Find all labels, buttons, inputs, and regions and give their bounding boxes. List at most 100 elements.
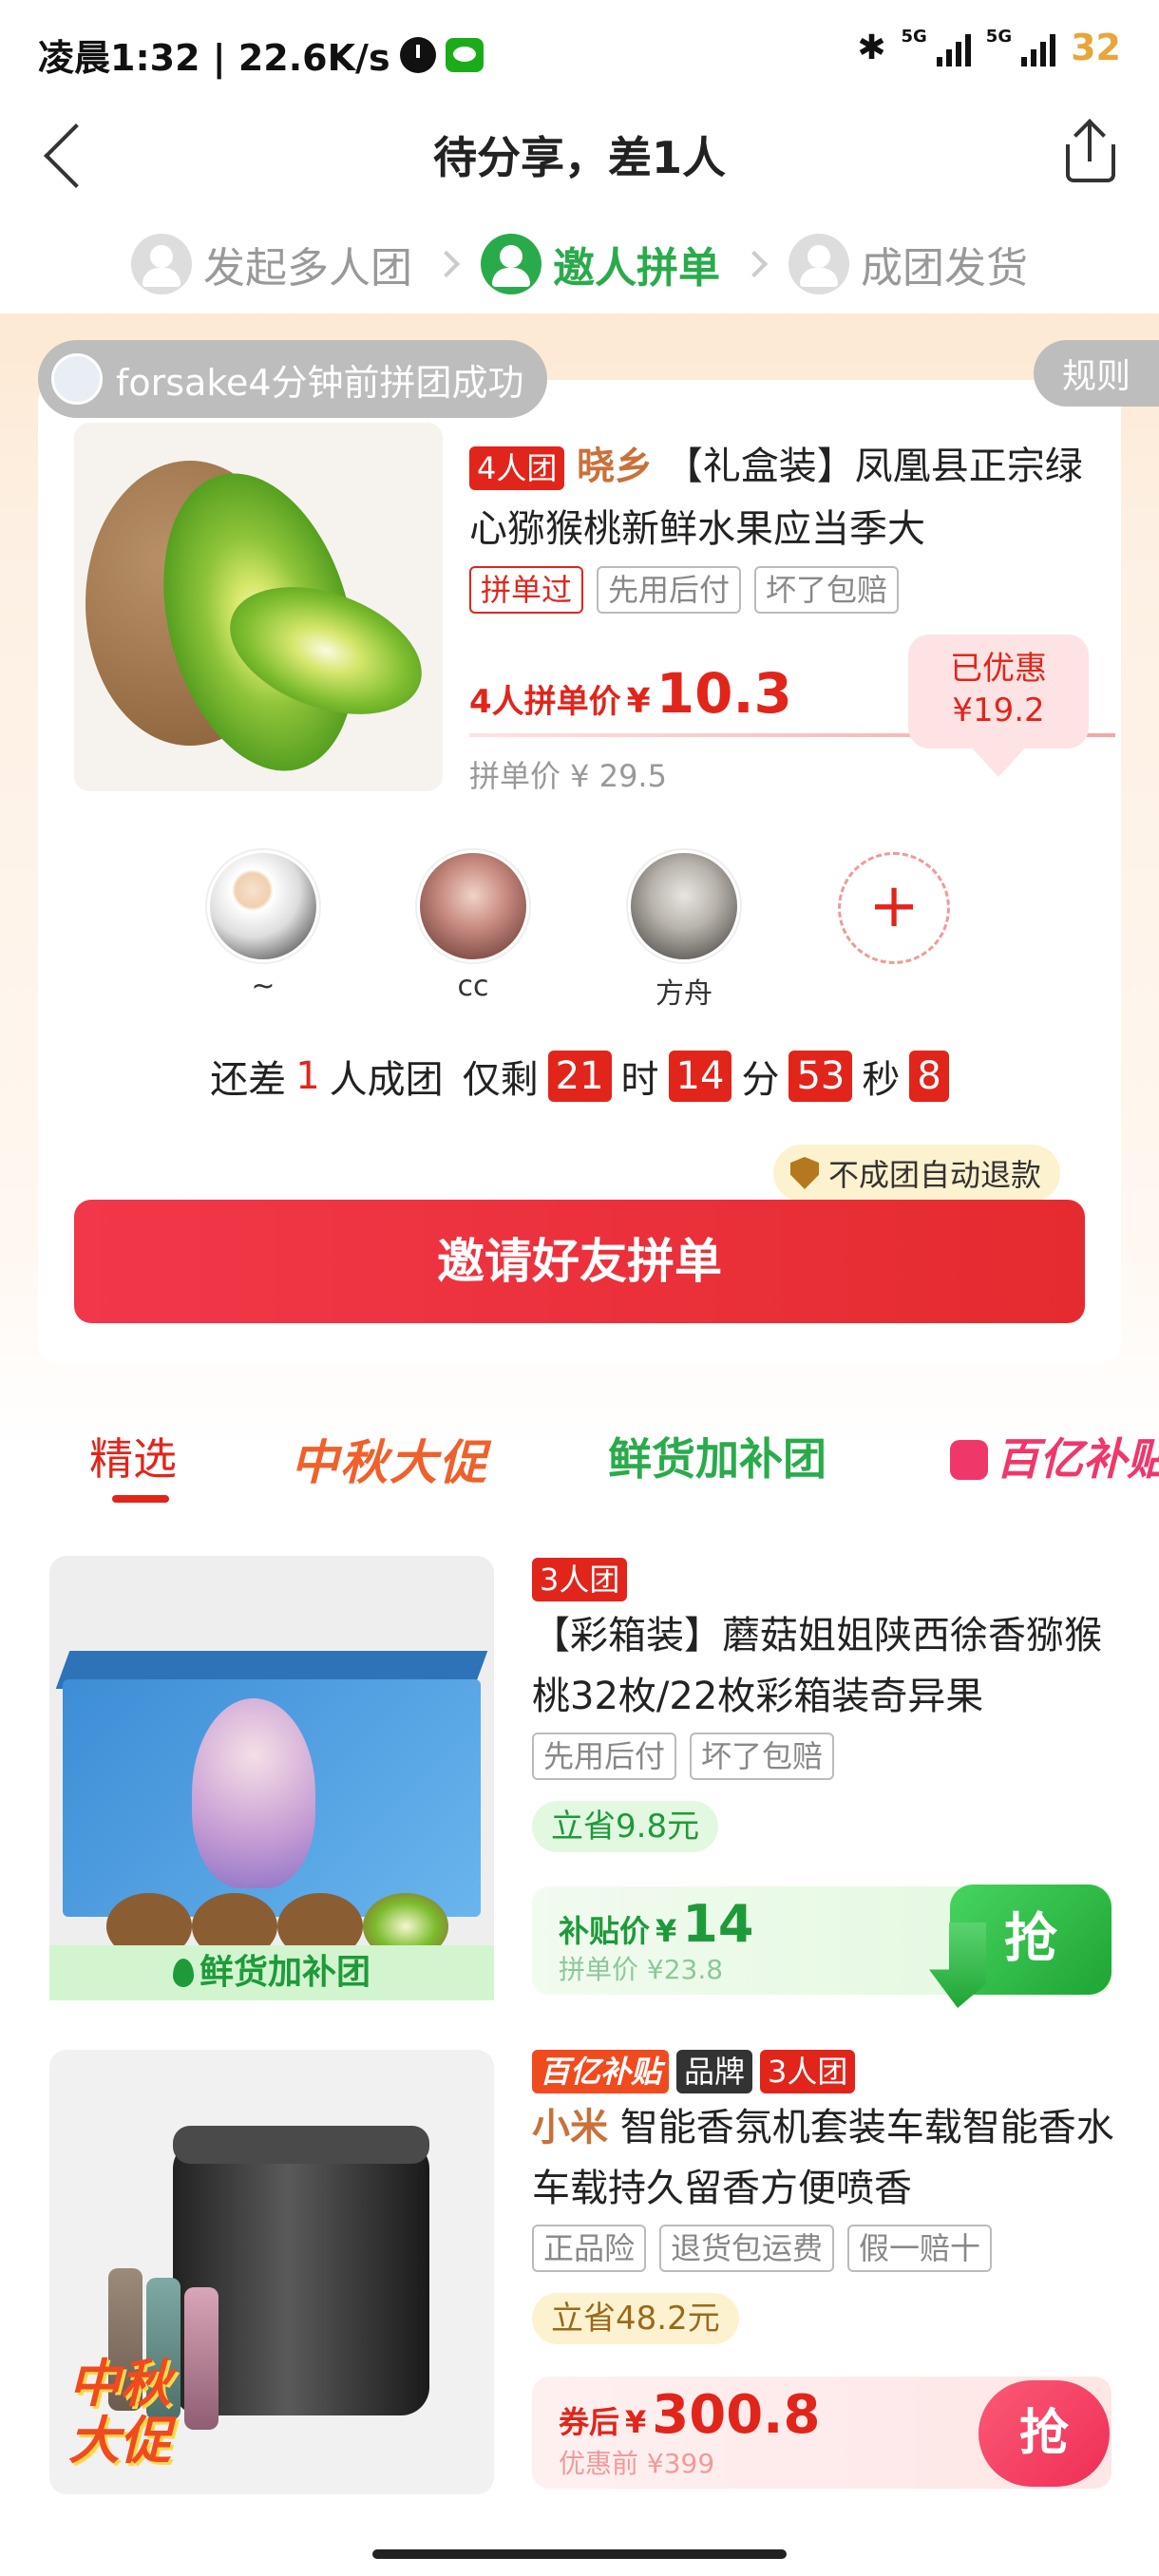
- home-indicator[interactable]: [372, 2549, 787, 2559]
- tab-featured[interactable]: 精选: [89, 1425, 177, 1487]
- mid-autumn-badge: 中秋大促: [68, 2354, 171, 2471]
- chip: 先用后付: [597, 566, 742, 614]
- bluetooth-icon: ✱: [857, 28, 886, 67]
- chip: 坏了包赔: [690, 1733, 835, 1780]
- signal-icon: [1021, 28, 1056, 66]
- currency-symbol: ¥: [625, 2404, 647, 2440]
- countdown-text: 仅剩: [462, 1058, 539, 1102]
- product-brand: 晓乡: [577, 445, 654, 488]
- feed-title-block: 小米 智能香氛机套装车载智能香水车载持久留香方便喷香: [532, 2097, 1121, 2219]
- product-brand: 小米: [532, 2106, 608, 2150]
- status-time: 凌晨1:32 | 22.6K/s: [38, 37, 390, 79]
- group-size-tag: 3人团: [760, 2050, 856, 2093]
- feed-chips: 正品险 退货包运费 假一赔十: [532, 2225, 1121, 2272]
- feed-item-1-image[interactable]: [49, 1556, 494, 2000]
- feed-item-1-info[interactable]: 3人团 【彩箱装】蘑菇姐姐陕西徐香猕猴桃32枚/22枚彩箱装奇异果 先用后付 坏…: [532, 1558, 1121, 1852]
- countdown-minutes: 14: [668, 1051, 732, 1102]
- product-info[interactable]: 4人团 晓乡 【礼盒装】凤凰县正宗绿心猕猴桃新鲜水果应当季大 拼单过 先用后付 …: [469, 435, 1096, 614]
- member-name: cc: [457, 970, 489, 1003]
- tab-indicator: [112, 1495, 169, 1503]
- avatar: [417, 850, 529, 962]
- chip: 坏了包赔: [754, 566, 900, 614]
- price-label: 4人拼单价: [469, 683, 621, 721]
- chip: 先用后付: [532, 1733, 677, 1780]
- group-progress-steps: 发起多人团 邀人拼单 成团发货: [0, 217, 1159, 312]
- discount-badge: 已优惠 ¥19.2: [908, 635, 1089, 777]
- signal-icon: [936, 28, 971, 66]
- member-3[interactable]: 方舟: [618, 850, 750, 1012]
- people-needed: 1: [295, 1054, 320, 1098]
- countdown-unit: 分: [741, 1058, 780, 1102]
- step-ship: 成团发货: [788, 234, 1028, 294]
- member-name: ~: [251, 970, 276, 1003]
- image-label-text: 鲜货加补团: [199, 1953, 370, 1992]
- page-title: 待分享，差1人: [432, 132, 726, 183]
- battery-level: 32: [1071, 27, 1121, 68]
- grab-button[interactable]: 抢: [978, 2380, 1110, 2487]
- countdown-text: 还差: [210, 1058, 287, 1102]
- refund-text: 不成团自动退款: [828, 1157, 1042, 1193]
- step-invite: 邀人拼单: [481, 234, 720, 294]
- invite-friends-button[interactable]: 邀请好友拼单: [74, 1200, 1085, 1323]
- price-label: 券后: [559, 2404, 620, 2440]
- nav-bar: 待分享，差1人: [0, 104, 1159, 199]
- sub-price: 拼单价 ¥23.8: [559, 1954, 724, 1985]
- feed-item-2-info[interactable]: 百亿补贴 品牌 3人团 小米 智能香氛机套装车载智能香水车载持久留香方便喷香 正…: [532, 2050, 1121, 2344]
- brand-tag: 品牌: [676, 2050, 753, 2093]
- avatar: [207, 850, 319, 962]
- price-value: 14: [682, 1894, 754, 1954]
- price-value: 300.8: [652, 2384, 821, 2446]
- chip: 拼单过: [469, 566, 584, 614]
- shield-icon: [790, 1157, 819, 1189]
- grab-button[interactable]: 抢: [950, 1885, 1112, 1995]
- tab-fresh-subsidy[interactable]: 鲜货加补团: [608, 1425, 826, 1487]
- tab-label: 百亿补贴: [996, 1433, 1159, 1485]
- alarm-clock-icon: [399, 36, 436, 73]
- countdown-hours: 21: [547, 1051, 612, 1102]
- user-icon: [131, 234, 192, 294]
- group-price: 4人拼单价 ¥ 10.3: [469, 661, 792, 726]
- tab-mid-autumn[interactable]: 中秋大促: [291, 1425, 488, 1493]
- share-icon[interactable]: [1062, 119, 1119, 184]
- tab-billion-subsidy[interactable]: 百亿补贴: [950, 1425, 1159, 1487]
- net-label-2: 5G: [985, 27, 1013, 47]
- countdown-tenths: 8: [909, 1051, 949, 1102]
- countdown-text: 人成团: [329, 1058, 444, 1102]
- auto-refund-badge: 不成团自动退款: [773, 1145, 1061, 1202]
- rules-button[interactable]: 规则: [1033, 340, 1159, 407]
- countdown-unit: 时: [620, 1058, 659, 1102]
- member-2[interactable]: cc: [407, 850, 540, 1003]
- package-icon: [788, 234, 849, 294]
- member-name: 方舟: [656, 977, 712, 1011]
- billion-subsidy-tag: 百亿补贴: [532, 2050, 670, 2093]
- group-size-tag: 4人团: [469, 446, 565, 490]
- countdown-seconds: 53: [788, 1051, 853, 1102]
- feed-chips: 先用后付 坏了包赔: [532, 1733, 1121, 1780]
- notice-text: forsake4分钟前拼团成功: [116, 361, 524, 404]
- group-size-tag: 3人团: [532, 1558, 628, 1601]
- recommendation-tabs: 精选 中秋大促 鲜货加补团 百亿补贴: [0, 1396, 1159, 1510]
- avatar: [51, 353, 103, 405]
- feed-title: 智能香氛机套装车载智能香水车载持久留香方便喷香: [532, 2106, 1114, 2210]
- step-label: 邀人拼单: [553, 244, 720, 293]
- money-bag-icon: [950, 1440, 988, 1480]
- sub-price: 优惠前 ¥399: [559, 2448, 715, 2479]
- countdown-unit: 秒: [862, 1058, 901, 1102]
- wechat-icon: [445, 37, 484, 72]
- group-countdown: 还差 1 人成团 仅剩 21 时 14 分 53 秒 8: [0, 1049, 1159, 1104]
- currency-symbol: ¥: [626, 682, 651, 721]
- original-price: 拼单价 ¥ 29.5: [469, 758, 667, 794]
- product-title-block: 4人团 晓乡 【礼盒装】凤凰县正宗绿心猕猴桃新鲜水果应当季大: [469, 435, 1096, 560]
- member-1[interactable]: ~: [197, 850, 330, 1003]
- group-success-notice: forsake4分钟前拼团成功: [38, 340, 547, 418]
- product-chips: 拼单过 先用后付 坏了包赔: [469, 566, 1096, 614]
- chip: 退货包运费: [659, 2225, 835, 2272]
- avatar: [628, 850, 740, 962]
- product-image[interactable]: [74, 423, 443, 791]
- price-label: 补贴价: [559, 1913, 651, 1949]
- add-member-button[interactable]: +: [838, 852, 950, 964]
- price-value: 10.3: [656, 661, 792, 726]
- chip: 假一赔十: [847, 2225, 993, 2272]
- status-bar: 凌晨1:32 | 22.6K/s ✱ 5G 5G 32: [0, 0, 1159, 104]
- chip: 正品险: [532, 2225, 647, 2272]
